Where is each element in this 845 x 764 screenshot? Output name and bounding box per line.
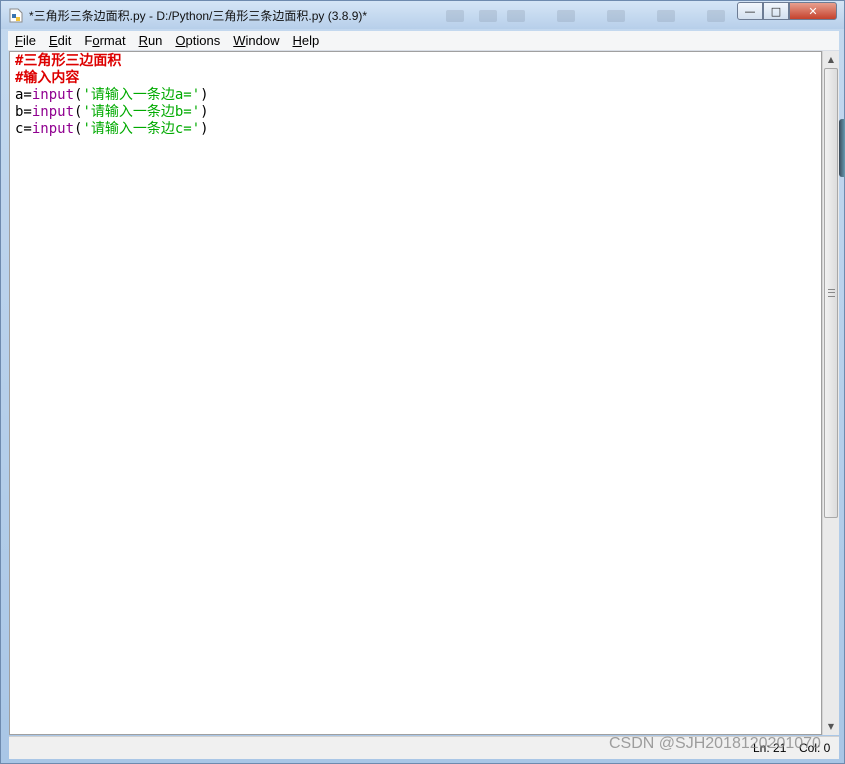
- close-icon: ✕: [808, 4, 818, 18]
- background-window-edge: [839, 119, 845, 177]
- menu-run[interactable]: Run: [132, 31, 169, 50]
- scroll-up-icon[interactable]: ▲: [823, 51, 839, 68]
- vertical-scrollbar[interactable]: ▲ ▼: [822, 51, 839, 735]
- code-text[interactable]: #三角形三边面积 #输入内容 a=input('请输入一条边a=') b=inp…: [10, 52, 821, 138]
- watermark: CSDN @SJH2018120201070: [609, 735, 821, 752]
- minimize-button[interactable]: —: [737, 2, 763, 20]
- code-line: b=input('请输入一条边b='): [15, 104, 209, 120]
- background-toolbar-icon: [479, 10, 497, 22]
- minimize-icon: —: [744, 4, 756, 18]
- background-toolbar-icon: [446, 10, 464, 22]
- background-toolbar-icon: [557, 10, 575, 22]
- background-toolbar-icon: [607, 10, 625, 22]
- title-bar[interactable]: *三角形三条边面积.py - D:/Python/三角形三条边面积.py (3.…: [1, 1, 844, 29]
- code-line: c=input('请输入一条边c='): [15, 121, 209, 137]
- maximize-button[interactable]: □: [763, 2, 789, 20]
- background-toolbar-icon: [707, 10, 725, 22]
- grip-icon: [828, 289, 835, 297]
- menu-window[interactable]: Window: [226, 31, 285, 50]
- window-title: *三角形三条边面积.py - D:/Python/三角形三条边面积.py (3.…: [29, 9, 368, 23]
- menu-format[interactable]: Format: [77, 31, 131, 50]
- menu-bar: File Edit Format Run Options Window Help: [8, 31, 839, 51]
- menu-help[interactable]: Help: [286, 31, 326, 50]
- scrollbar-thumb[interactable]: [824, 68, 838, 518]
- code-editor[interactable]: #三角形三边面积 #输入内容 a=input('请输入一条边a=') b=inp…: [9, 51, 822, 735]
- python-file-icon: [9, 8, 23, 23]
- scroll-down-icon[interactable]: ▼: [823, 718, 839, 735]
- close-button[interactable]: ✕: [789, 2, 837, 20]
- code-line: #三角形三边面积: [15, 53, 122, 69]
- menu-file[interactable]: File: [8, 31, 42, 50]
- menu-edit[interactable]: Edit: [42, 31, 77, 50]
- idle-editor-window: *三角形三条边面积.py - D:/Python/三角形三条边面积.py (3.…: [0, 0, 845, 764]
- background-toolbar-icon: [657, 10, 675, 22]
- menu-options[interactable]: Options: [168, 31, 226, 50]
- maximize-icon: □: [770, 4, 782, 18]
- background-toolbar-icon: [507, 10, 525, 22]
- code-line: a=input('请输入一条边a='): [15, 87, 209, 103]
- code-line: #输入内容: [15, 70, 80, 86]
